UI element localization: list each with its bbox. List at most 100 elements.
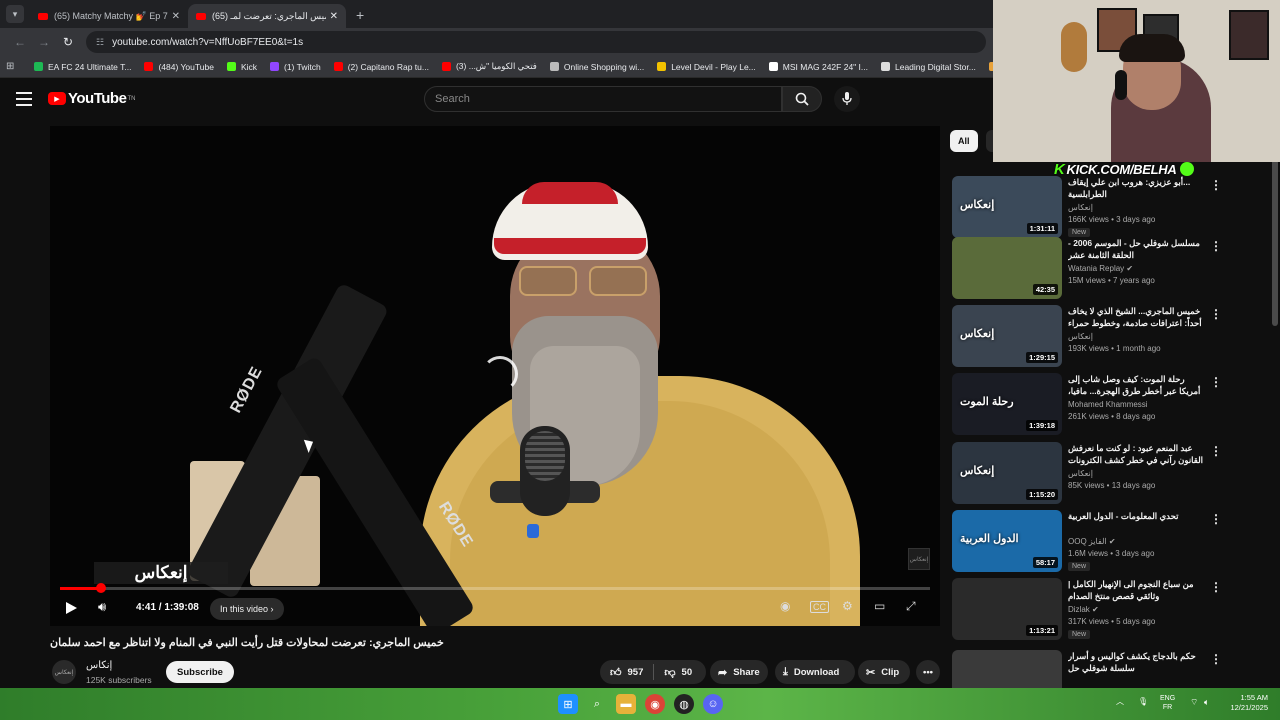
- video-thumbnail[interactable]: إنعكاس 1:15:20: [952, 442, 1062, 504]
- recommended-video-title[interactable]: تحدي المعلومات - الدول العربية: [1068, 510, 1208, 522]
- chip-all[interactable]: All: [950, 130, 978, 152]
- recommended-channel-name[interactable]: إنعكاس: [1068, 203, 1093, 212]
- bookmark-item[interactable]: MSI MAG 242F 24" I...: [768, 61, 868, 72]
- channel-branding-icon[interactable]: إنعكاس: [908, 548, 930, 570]
- theater-mode-icon[interactable]: ▭: [874, 599, 885, 613]
- download-button[interactable]: ⤓ Download: [775, 660, 855, 684]
- progress-bar[interactable]: [60, 583, 930, 593]
- bookmark-item[interactable]: (484) YouTube: [144, 61, 214, 72]
- video-thumbnail[interactable]: الدول العربية 58:17: [952, 510, 1062, 572]
- fullscreen-icon[interactable]: ⤢: [906, 599, 916, 614]
- more-vertical-icon[interactable]: ⋮: [1210, 652, 1222, 666]
- recommended-video-title[interactable]: ...أبو عزيزي: هروب ابن علي إيقاف الطرابل…: [1068, 176, 1208, 200]
- recommended-channel-name[interactable]: Watania Replay ✔: [1068, 264, 1133, 273]
- recommended-video[interactable]: 42:35 مسلسل شوفلي حل - الموسم 2006 - الحل…: [952, 237, 1252, 301]
- video-player[interactable]: RØDE RØDE إنعكاس إنعكاس 🔊︎ 4:41 / 1:39:0…: [50, 126, 940, 626]
- more-vertical-icon[interactable]: ⋮: [1210, 307, 1222, 321]
- more-actions-button[interactable]: •••: [916, 660, 940, 684]
- start-windows-icon[interactable]: ⊞: [558, 694, 578, 714]
- chrome-icon[interactable]: ◉: [645, 694, 665, 714]
- bookmark-item[interactable]: Kick: [226, 61, 257, 72]
- search-input[interactable]: Search: [424, 86, 782, 112]
- subscribe-button[interactable]: Subscribe: [166, 661, 234, 683]
- channel-avatar[interactable]: إنعكاس: [52, 660, 76, 684]
- bookmark-item[interactable]: Online Shopping wi...: [549, 61, 644, 72]
- recommended-video-title[interactable]: مسلسل شوفلي حل - الموسم 2006 - الحلقة ال…: [1068, 237, 1208, 261]
- like-count[interactable]: 957: [628, 667, 644, 678]
- more-vertical-icon[interactable]: ⋮: [1210, 239, 1222, 253]
- mic-tray-icon[interactable]: 🎙︎: [1138, 697, 1148, 706]
- play-button[interactable]: [66, 602, 77, 614]
- volume-icon[interactable]: 🔊︎: [98, 599, 106, 615]
- recommended-video-title[interactable]: عبد المنعم عبود : لو كنت ما نعرفش القانو…: [1068, 442, 1208, 466]
- apps-grid-icon[interactable]: ⊞: [6, 61, 20, 72]
- back-icon[interactable]: ←: [8, 35, 32, 49]
- video-thumbnail[interactable]: 1:13:21: [952, 578, 1062, 640]
- video-thumbnail[interactable]: رحلة الموت 1:39:18: [952, 373, 1062, 435]
- video-thumbnail[interactable]: إنعكاس 1:31:11: [952, 176, 1062, 238]
- tray-chevron-icon[interactable]: ︿: [1116, 696, 1124, 707]
- more-vertical-icon[interactable]: ⋮: [1210, 512, 1222, 526]
- recommended-video-title[interactable]: حكم بالدجاج يكشف كواليس و أسرار سلسلة شو…: [1068, 650, 1208, 674]
- site-info-icon[interactable]: ☷: [96, 37, 104, 48]
- autoplay-toggle-icon[interactable]: ◉: [780, 599, 790, 613]
- recommended-video-title[interactable]: رحلة الموت: كيف وصل شاب إلى أمريكا عبر أ…: [1068, 373, 1208, 397]
- more-vertical-icon[interactable]: ⋮: [1210, 178, 1222, 192]
- recommended-channel-name[interactable]: OOQ الفايز ✔: [1068, 537, 1116, 546]
- recommended-video[interactable]: إنعكاس 1:31:11 ...أبو عزيزي: هروب ابن علي …: [952, 176, 1252, 240]
- address-bar[interactable]: ☷ youtube.com/watch?v=NffUoBF7EE0&t=1s: [86, 31, 986, 53]
- clip-button[interactable]: ✂ Clip: [858, 660, 910, 684]
- thumbs-up-icon[interactable]: 👍︎: [610, 666, 622, 679]
- channel-name[interactable]: إنكاس: [86, 660, 112, 671]
- recommended-channel-name[interactable]: Dizlak ✔: [1068, 605, 1099, 614]
- close-tab-icon[interactable]: ✕: [172, 11, 180, 22]
- bookmark-item[interactable]: (2) Capitano Rap tu...: [333, 61, 429, 72]
- video-thumbnail[interactable]: إنعكاس 1:29:15: [952, 305, 1062, 367]
- scrubber-handle[interactable]: [95, 583, 106, 593]
- new-tab-icon[interactable]: +: [356, 7, 364, 23]
- bookmark-item[interactable]: Leading Digital Stor...: [881, 61, 976, 72]
- steam-icon[interactable]: ◍: [674, 694, 694, 714]
- browser-tab-1[interactable]: (65) Matchy Matchy 💅 Ep 72: ✕: [30, 4, 188, 28]
- recommended-video[interactable]: الدول العربية 58:17 تحدي المعلومات - الدول…: [952, 510, 1252, 574]
- taskbar-clock[interactable]: 1:55 AM 12/21/2025: [1222, 693, 1268, 713]
- tab-search-icon[interactable]: ▾: [6, 5, 24, 23]
- close-tab-icon[interactable]: ✕: [330, 11, 338, 22]
- file-explorer-icon[interactable]: ▬: [616, 694, 636, 714]
- more-vertical-icon[interactable]: ⋮: [1210, 580, 1222, 594]
- dislike-count[interactable]: 50: [682, 667, 693, 678]
- search-icon[interactable]: ⌕: [587, 694, 607, 714]
- recommended-video-title[interactable]: خميس الماجري... الشيخ الذي لا يخاف أحداً…: [1068, 305, 1208, 329]
- voice-search-button[interactable]: [834, 86, 860, 112]
- recommended-video[interactable]: رحلة الموت 1:39:18 رحلة الموت: كيف وصل شاب…: [952, 373, 1252, 437]
- recommended-video-title[interactable]: من سباع النجوم الى الإنهيار الكامل | وثا…: [1068, 578, 1208, 602]
- reload-icon[interactable]: ↻: [56, 35, 80, 49]
- youtube-logo[interactable]: ▶ YouTube TN: [48, 90, 135, 107]
- speaker-icon[interactable]: 🔈︎: [1204, 697, 1209, 708]
- video-thumbnail[interactable]: 42:35: [952, 237, 1062, 299]
- recommended-video[interactable]: 1:13:21 من سباع النجوم الى الإنهيار الكام…: [952, 578, 1252, 642]
- discord-icon[interactable]: ☺: [703, 694, 723, 714]
- bookmark-item[interactable]: EA FC 24 Ultimate T...: [34, 61, 131, 72]
- more-vertical-icon[interactable]: ⋮: [1210, 444, 1222, 458]
- recommended-channel-name[interactable]: Mohamed Khammessi: [1068, 400, 1148, 409]
- more-vertical-icon[interactable]: ⋮: [1210, 375, 1222, 389]
- recommended-video[interactable]: إنعكاس 1:15:20 عبد المنعم عبود : لو كنت ما…: [952, 442, 1252, 506]
- bookmark-item[interactable]: Level Devil - Play Le...: [657, 61, 756, 72]
- subtitles-icon[interactable]: CC: [810, 601, 829, 613]
- share-button[interactable]: ➦ Share: [710, 660, 768, 684]
- forward-icon[interactable]: →: [32, 35, 56, 49]
- bookmark-item[interactable]: فتحي الكوميا "ش... (3): [441, 61, 537, 72]
- language-indicator[interactable]: ENG FR: [1160, 694, 1175, 712]
- recommended-channel-name[interactable]: إنعكاس: [1068, 469, 1093, 478]
- recommended-channel-name[interactable]: إنعكاس: [1068, 332, 1093, 341]
- bookmark-item[interactable]: (1) Twitch: [270, 61, 321, 72]
- recommended-video[interactable]: إنعكاس 1:29:15 خميس الماجري... الشيخ الذي …: [952, 305, 1252, 369]
- chapters-button[interactable]: In this video ›: [210, 598, 284, 620]
- menu-icon[interactable]: [16, 92, 32, 106]
- thumbs-down-icon[interactable]: 👎︎: [664, 666, 675, 679]
- browser-tab-2[interactable]: (65) خميس الماجري: تعرضت لمـ ✕: [188, 4, 346, 28]
- settings-gear-icon[interactable]: ⚙: [842, 599, 853, 613]
- network-icon[interactable]: ⌔: [1190, 697, 1198, 708]
- search-button[interactable]: [782, 86, 822, 112]
